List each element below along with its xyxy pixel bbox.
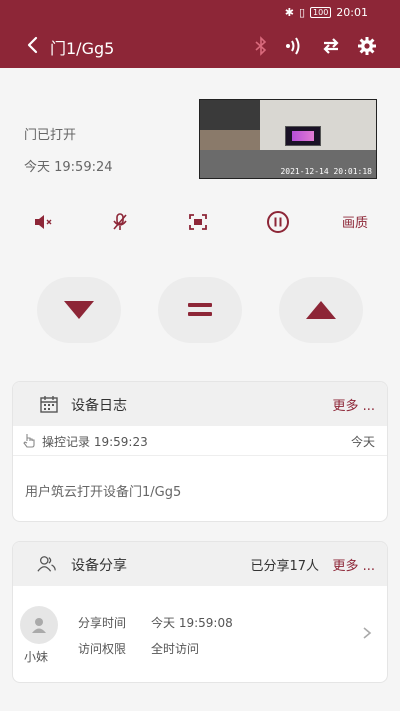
device-share-card: 设备分享 已分享17人 更多 ... 小妹 分享时间 今天 19:59:08 访… — [12, 541, 388, 683]
swap-arrows-icon — [323, 38, 339, 54]
door-status-time: 今天 19:59:24 — [24, 160, 113, 175]
bluetooth-button[interactable] — [250, 35, 272, 57]
device-log-card: 设备日志 更多 ... 操控记录 19:59:23 今天 用户筑云打开设备门1/… — [12, 381, 388, 522]
status-bar: ✱ ▯ 100 20:01 — [0, 0, 400, 24]
signal-waves-icon — [286, 37, 300, 55]
mute-speaker-button[interactable] — [30, 211, 56, 233]
avatar — [20, 606, 58, 644]
status-time: 20:01 — [336, 5, 368, 19]
log-record-row[interactable]: 操控记录 19:59:23 今天 — [13, 426, 387, 456]
device-log-title: 设备日志 — [71, 398, 127, 414]
share-count: 已分享17人 — [250, 559, 319, 574]
page-title: 门1/Gg5 — [50, 39, 115, 58]
door-down-button[interactable] — [37, 277, 121, 343]
bluetooth-status-icon: ✱ — [284, 5, 294, 19]
triangle-up-icon — [306, 301, 336, 319]
pause-icon — [267, 211, 289, 233]
device-share-header: 设备分享 已分享17人 更多 ... — [13, 542, 387, 586]
chevron-right-icon — [363, 627, 372, 639]
door-stop-button[interactable] — [158, 277, 242, 343]
gear-icon — [358, 37, 376, 55]
device-share-title: 设备分享 — [71, 558, 127, 574]
fullscreen-button[interactable] — [185, 211, 211, 233]
users-icon — [37, 556, 56, 572]
pause-button[interactable] — [265, 211, 291, 233]
door-up-button[interactable] — [279, 277, 363, 343]
switch-button[interactable] — [320, 35, 342, 57]
log-record-day: 今天 — [350, 435, 375, 449]
chevron-left-icon — [27, 36, 38, 54]
equals-icon — [188, 303, 212, 316]
speaker-mute-icon — [35, 215, 52, 229]
device-log-header: 设备日志 更多 ... — [13, 382, 387, 426]
access-label: 访问权限 — [78, 642, 127, 656]
door-status: 门已打开 — [24, 128, 77, 143]
video-timestamp: 2021-12-14 20:01:18 — [280, 167, 372, 176]
app-header: 门1/Gg5 — [0, 24, 400, 68]
shared-user-name: 小妹 — [24, 650, 49, 664]
settings-button[interactable] — [356, 35, 378, 57]
bluetooth-icon — [255, 36, 267, 56]
nfc-button[interactable] — [282, 35, 304, 57]
triangle-down-icon — [64, 301, 94, 319]
log-more-link[interactable]: 更多 ... — [332, 395, 375, 414]
back-button[interactable] — [22, 34, 44, 56]
mute-mic-button[interactable] — [107, 211, 133, 233]
access-value: 全时访问 — [151, 642, 200, 656]
battery-indicator: 100 — [310, 6, 332, 18]
microphone-off-icon — [113, 213, 127, 230]
hand-pointer-icon — [23, 434, 35, 448]
calendar-icon — [40, 396, 58, 413]
quality-button[interactable]: 画质 — [342, 212, 368, 231]
share-time-value: 今天 19:59:08 — [151, 616, 233, 630]
user-icon — [32, 618, 46, 633]
share-time-label: 分享时间 — [78, 616, 127, 630]
camera-preview[interactable]: 2021-12-14 20:01:18 — [199, 99, 377, 179]
vibrate-status-icon: ▯ — [298, 5, 306, 19]
share-more-link[interactable]: 更多 ... — [332, 555, 375, 574]
log-record-label: 操控记录 19:59:23 — [42, 435, 148, 449]
phone-in-view — [285, 126, 321, 146]
log-message: 用户筑云打开设备门1/Gg5 — [25, 485, 182, 500]
fullscreen-icon — [189, 214, 207, 230]
